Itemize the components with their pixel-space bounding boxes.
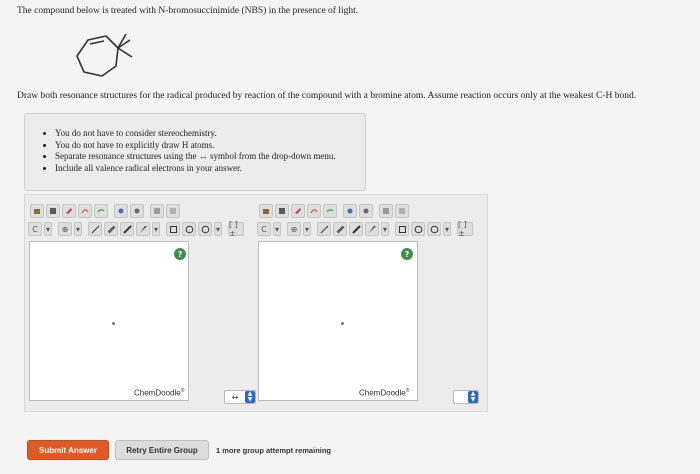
wedge-bond-icon[interactable] bbox=[136, 222, 150, 236]
triple-bond-icon[interactable] bbox=[349, 222, 363, 236]
clean-icon[interactable] bbox=[379, 204, 393, 218]
canvas-center-dot bbox=[341, 322, 344, 325]
lasso-icon[interactable] bbox=[307, 204, 321, 218]
charge-button[interactable]: ⊕ bbox=[58, 222, 72, 236]
rotate-icon[interactable] bbox=[323, 204, 337, 218]
erase-icon[interactable] bbox=[62, 204, 76, 218]
canvas-center-dot bbox=[112, 322, 115, 325]
question-instruction: Draw both resonance structures for the r… bbox=[17, 91, 637, 101]
charge-button[interactable]: ⊕ bbox=[287, 222, 301, 236]
open-icon[interactable] bbox=[259, 204, 273, 218]
molecule-structure bbox=[76, 33, 133, 77]
chevron-down-icon[interactable]: ▾ bbox=[44, 222, 52, 236]
left-toolbar-bottom: C ▾ ⊕ ▾ ▾ ▾ [ ]± bbox=[28, 220, 244, 238]
help-icon[interactable]: ? bbox=[174, 248, 186, 260]
drawing-panel: C ▾ ⊕ ▾ ▾ ▾ [ ]± ? ChemDoodle® C ▾ ⊕ ▾ ▾… bbox=[24, 194, 488, 412]
chevron-down-icon[interactable]: ▾ bbox=[74, 222, 82, 236]
double-bond-icon[interactable] bbox=[333, 222, 347, 236]
chevron-down-icon[interactable]: ▾ bbox=[303, 222, 311, 236]
separator-dropdown[interactable]: ↔ ▲ ▼ bbox=[224, 390, 256, 404]
hint-item: Include all valence radical electrons in… bbox=[55, 163, 336, 175]
instructions-box: You do not have to consider stereochemis… bbox=[24, 113, 366, 191]
element-selector[interactable]: C bbox=[257, 222, 271, 236]
single-bond-icon[interactable] bbox=[317, 222, 331, 236]
ring-cyclohexane-icon[interactable] bbox=[411, 222, 425, 236]
hint-item: Separate resonance structures using the … bbox=[55, 151, 336, 163]
erase-icon[interactable] bbox=[291, 204, 305, 218]
ring-cyclopentane-icon[interactable] bbox=[427, 222, 441, 236]
spinner-icon: ▲ ▼ bbox=[468, 391, 478, 403]
right-toolbar-top bbox=[259, 203, 409, 219]
zoom-in-icon[interactable] bbox=[114, 204, 128, 218]
question-intro: The compound below is treated with N-bro… bbox=[17, 6, 359, 16]
open-icon[interactable] bbox=[30, 204, 44, 218]
zoom-in-icon[interactable] bbox=[343, 204, 357, 218]
left-toolbar-top bbox=[30, 203, 180, 219]
attempts-remaining-text: 1 more group attempt remaining bbox=[216, 446, 332, 455]
clean-icon[interactable] bbox=[150, 204, 164, 218]
retry-entire-group-button[interactable]: Retry Entire Group bbox=[115, 440, 209, 460]
chevron-down-icon[interactable]: ▾ bbox=[152, 222, 160, 236]
bracket-button[interactable]: [ ]± bbox=[228, 220, 244, 238]
right-toolbar-bottom: C ▾ ⊕ ▾ ▾ ▾ [ ]± bbox=[257, 220, 473, 238]
bracket-button[interactable]: [ ]± bbox=[457, 220, 473, 238]
chemdoodle-logo: ChemDoodle® bbox=[359, 388, 410, 398]
template-icon[interactable] bbox=[395, 204, 409, 218]
ring-cyclopropane-icon[interactable] bbox=[166, 222, 180, 236]
undo-icon[interactable] bbox=[46, 204, 60, 218]
left-drawing-canvas[interactable]: ? ChemDoodle® bbox=[29, 241, 189, 401]
element-selector[interactable]: C bbox=[28, 222, 42, 236]
chevron-down-icon[interactable]: ▾ bbox=[443, 222, 451, 236]
spinner-icon: ▲ ▼ bbox=[245, 391, 255, 403]
help-icon[interactable]: ? bbox=[401, 248, 413, 260]
lasso-icon[interactable] bbox=[78, 204, 92, 218]
chevron-down-icon[interactable]: ▾ bbox=[214, 222, 222, 236]
hint-item: You do not have to explicitly draw H ato… bbox=[55, 140, 336, 152]
rotate-icon[interactable] bbox=[94, 204, 108, 218]
zoom-out-icon[interactable] bbox=[359, 204, 373, 218]
ring-cyclopropane-icon[interactable] bbox=[395, 222, 409, 236]
chevron-down-icon[interactable]: ▾ bbox=[381, 222, 389, 236]
template-icon[interactable] bbox=[166, 204, 180, 218]
chemdoodle-logo: ChemDoodle® bbox=[134, 388, 185, 398]
ring-cyclohexane-icon[interactable] bbox=[182, 222, 196, 236]
separator-dropdown-right[interactable]: ▲ ▼ bbox=[453, 390, 479, 404]
double-bond-icon[interactable] bbox=[104, 222, 118, 236]
triple-bond-icon[interactable] bbox=[120, 222, 134, 236]
zoom-out-icon[interactable] bbox=[130, 204, 144, 218]
wedge-bond-icon[interactable] bbox=[365, 222, 379, 236]
single-bond-icon[interactable] bbox=[88, 222, 102, 236]
hint-item: You do not have to consider stereochemis… bbox=[55, 128, 336, 140]
ring-cyclopentane-icon[interactable] bbox=[198, 222, 212, 236]
undo-icon[interactable] bbox=[275, 204, 289, 218]
submit-answer-button[interactable]: Submit Answer bbox=[27, 440, 109, 460]
chevron-down-icon[interactable]: ▾ bbox=[273, 222, 281, 236]
right-drawing-canvas[interactable]: ? ChemDoodle® bbox=[258, 241, 418, 401]
